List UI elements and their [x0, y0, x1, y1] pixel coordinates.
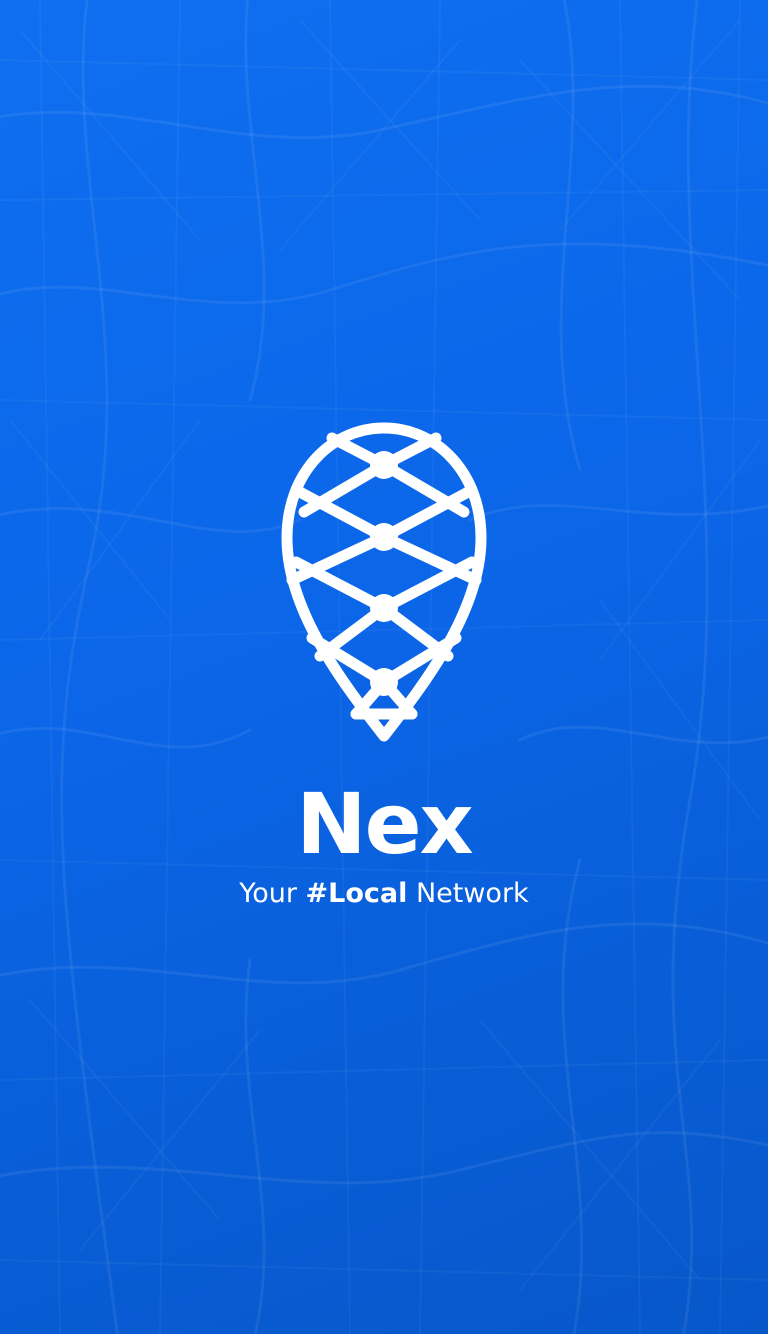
- tagline-highlight: #Local: [305, 878, 408, 909]
- app-tagline: Your #Local Network: [0, 876, 768, 912]
- map-pin-network-icon: [281, 422, 487, 742]
- splash-screen: Nex Your #Local Network: [0, 0, 768, 1334]
- tagline-prefix: Your: [239, 878, 306, 909]
- app-name: Nex: [296, 775, 473, 873]
- brand-block: Nex Your #Local Network: [0, 0, 768, 1334]
- tagline-suffix: Network: [407, 878, 529, 909]
